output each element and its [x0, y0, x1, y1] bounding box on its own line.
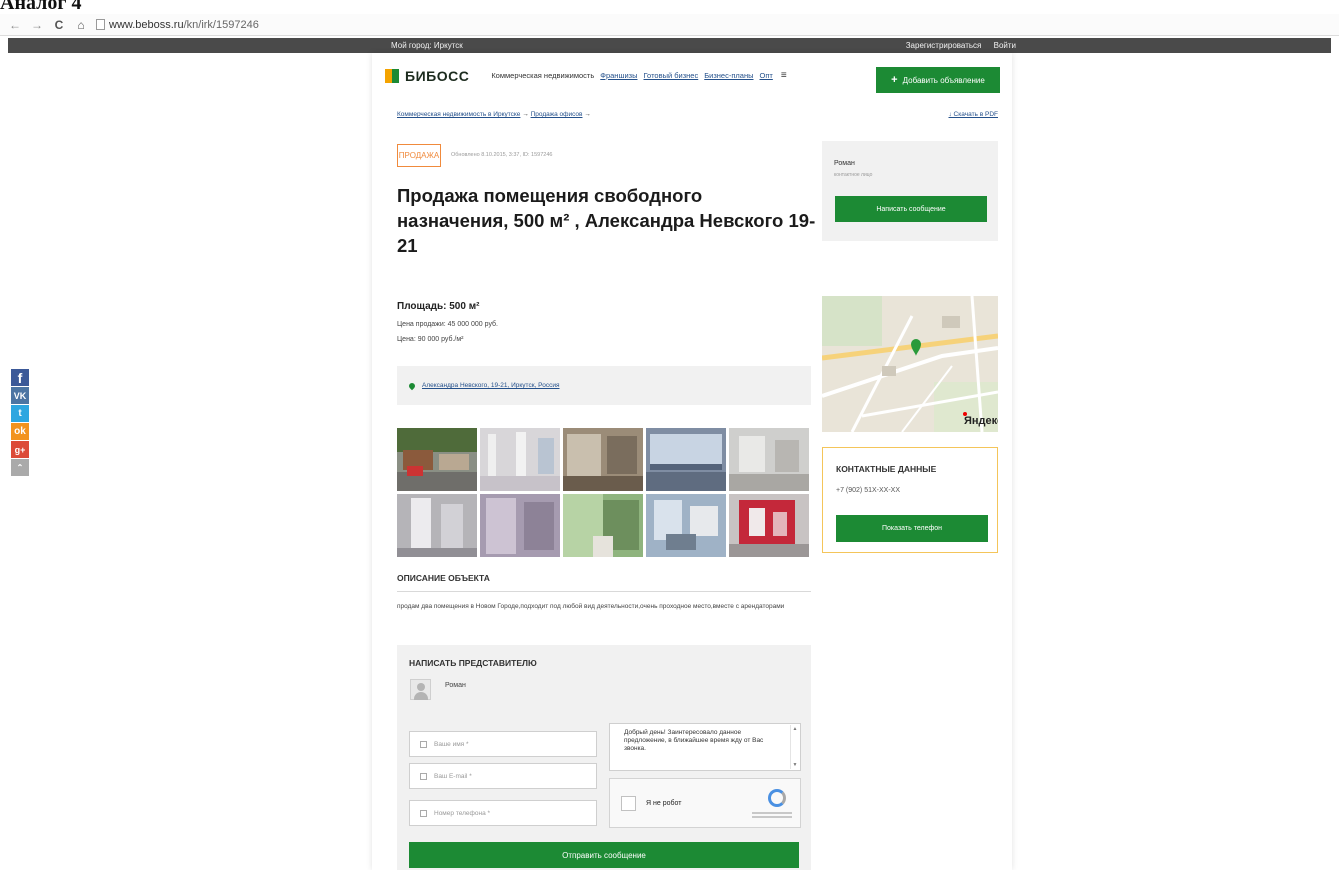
logo-mark-icon [385, 68, 399, 83]
listing-area: Площадь: 500 м² [397, 301, 480, 312]
photo-thumbnail[interactable] [397, 428, 477, 491]
browser-toolbar: ← → C ⌂ www.beboss.ru/kn/irk/1597246 [0, 14, 1339, 36]
add-listing-button[interactable]: + Добавить объявление [876, 67, 1000, 93]
page-content: БИБОСС Коммерческая недвижимость Франшиз… [372, 53, 1012, 870]
avatar [410, 679, 431, 700]
site-logo[interactable]: БИБОСС [385, 68, 469, 84]
photo-thumbnail[interactable] [646, 494, 726, 557]
breadcrumb-separator: → [584, 111, 591, 118]
twitter-icon[interactable]: t [11, 405, 29, 422]
forward-arrow-icon[interactable]: → [30, 16, 44, 34]
nav-business-plans[interactable]: Бизнес-планы [704, 71, 753, 80]
phone-placeholder: Номер телефона * [434, 809, 491, 817]
contact-form-title: НАПИСАТЬ ПРЕДСТАВИТЕЛЮ [409, 658, 537, 668]
scroll-down-arrow-icon[interactable]: ▼ [793, 761, 798, 769]
photo-thumbnail[interactable] [563, 494, 643, 557]
message-textarea[interactable]: Добрый день! Заинтересовало данное предл… [609, 723, 801, 771]
photo-thumbnail[interactable] [480, 428, 560, 491]
breadcrumb: Коммерческая недвижимость в Иркутске → П… [397, 111, 591, 118]
add-listing-label: Добавить объявление [902, 75, 985, 85]
location-map[interactable]: Яндекс [822, 296, 998, 432]
breadcrumb-office-sale[interactable]: Продажа офисов [531, 111, 583, 118]
address-box: Александра Невского, 19-21, Иркутск, Рос… [397, 366, 811, 405]
recaptcha-widget: Я не робот [609, 778, 801, 828]
email-placeholder: Ваш E-mail * [434, 772, 472, 780]
phone-field[interactable]: Номер телефона * [409, 800, 597, 826]
menu-icon[interactable]: ≡ [781, 70, 787, 81]
breadcrumb-separator: → [522, 111, 531, 118]
write-message-button[interactable]: Написать сообщение [835, 196, 987, 222]
site-top-strip: Мой город: Иркутск Зарегистрироваться Во… [8, 38, 1331, 53]
url-domain: www.beboss.ru [109, 18, 184, 31]
nav-commercial-realty[interactable]: Коммерческая недвижимость [491, 71, 594, 80]
home-icon[interactable]: ⌂ [74, 16, 88, 34]
facebook-icon[interactable]: f [11, 369, 29, 386]
photo-thumbnail[interactable] [397, 494, 477, 557]
nav-ready-business[interactable]: Готовый бизнес [644, 71, 699, 80]
city-selector[interactable]: Мой город: Иркутск [391, 41, 463, 50]
photo-thumbnail[interactable] [646, 428, 726, 491]
seller-card: Роман контактное лицо Написать сообщение [822, 141, 998, 241]
document-caption: Аналог 4 [0, 0, 82, 14]
breadcrumb-commercial-irkutsk[interactable]: Коммерческая недвижимость в Иркутске [397, 111, 520, 118]
main-nav: Коммерческая недвижимость Франшизы Готов… [491, 70, 786, 81]
download-pdf-link[interactable]: ↓ Скачать в PDF [949, 111, 999, 118]
contacts-phone: +7 (902) 51X-XX-XX [836, 487, 901, 494]
register-link[interactable]: Зарегистрироваться [906, 41, 982, 50]
logo-text: БИБОСС [405, 67, 470, 84]
vk-icon[interactable]: VK [11, 387, 29, 404]
photo-thumbnail[interactable] [729, 494, 809, 557]
social-share-rail: f VK t ok g+ ⌃ [11, 369, 29, 477]
contact-form: НАПИСАТЬ ПРЕДСТАВИТЕЛЮ Роман Ваше имя * … [397, 645, 811, 870]
recaptcha-terms [752, 810, 792, 818]
recaptcha-logo-icon [768, 789, 786, 807]
description-text: продам два помещения в Новом Городе,подх… [397, 603, 785, 610]
google-plus-icon[interactable]: g+ [11, 441, 29, 458]
reload-icon[interactable]: C [52, 16, 66, 34]
mail-icon [420, 772, 427, 780]
contacts-card: КОНТАКТНЫЕ ДАННЫЕ +7 (902) 51X-XX-XX Пок… [822, 447, 998, 553]
email-field[interactable]: Ваш E-mail * [409, 763, 597, 789]
photo-thumbnail[interactable] [729, 428, 809, 491]
page-icon [96, 19, 105, 30]
textarea-scrollbar[interactable]: ▲ ▼ [790, 725, 799, 769]
recaptcha-label: Я не робот [646, 800, 682, 807]
divider [397, 591, 811, 592]
listing-meta: Обновлено 8.10.2015, 3:37, ID: 1597246 [451, 152, 553, 158]
photo-thumbnail[interactable] [563, 428, 643, 491]
odnoklassniki-icon[interactable]: ok [11, 423, 29, 440]
name-field[interactable]: Ваше имя * [409, 731, 597, 757]
map-provider-logo: Яндекс [964, 415, 998, 427]
user-icon [420, 740, 427, 748]
message-text: Добрый день! Заинтересовало данное предл… [624, 729, 764, 752]
scroll-up-icon[interactable]: ⌃ [11, 459, 29, 476]
phone-icon [420, 809, 427, 817]
description-title: ОПИСАНИЕ ОБЪЕКТА [397, 573, 490, 583]
representative-name: Роман [445, 682, 466, 689]
listing-price: Цена продажи: 45 000 000 руб. [397, 321, 498, 328]
recaptcha-checkbox[interactable] [621, 796, 636, 811]
name-placeholder: Ваше имя * [434, 740, 469, 748]
photo-thumbnail[interactable] [480, 494, 560, 557]
photo-gallery [397, 428, 811, 557]
show-phone-button[interactable]: Показать телефон [836, 515, 988, 542]
nav-wholesale[interactable]: Опт [760, 71, 773, 80]
contacts-title: КОНТАКТНЫЕ ДАННЫЕ [836, 464, 937, 474]
map-pin-icon [407, 381, 417, 390]
listing-price-per-m2: Цена: 90 000 руб./м² [397, 336, 464, 343]
login-link[interactable]: Войти [994, 41, 1016, 50]
send-message-button[interactable]: Отправить сообщение [409, 842, 799, 868]
sale-badge: ПРОДАЖА [397, 144, 441, 167]
seller-name: Роман [834, 160, 855, 167]
address-bar[interactable]: www.beboss.ru/kn/irk/1597246 [96, 16, 259, 34]
scroll-up-arrow-icon[interactable]: ▲ [793, 725, 798, 733]
back-arrow-icon[interactable]: ← [8, 16, 22, 34]
plus-icon: + [891, 74, 898, 86]
nav-franchises[interactable]: Франшизы [600, 71, 637, 80]
url-path: /kn/irk/1597246 [183, 18, 259, 31]
page-title: Продажа помещения свободного назначения,… [397, 185, 816, 256]
address-link[interactable]: Александра Невского, 19-21, Иркутск, Рос… [422, 382, 559, 389]
site-header: БИБОСС Коммерческая недвижимость Франшиз… [372, 53, 1012, 98]
seller-role: контактное лицо [834, 172, 873, 178]
